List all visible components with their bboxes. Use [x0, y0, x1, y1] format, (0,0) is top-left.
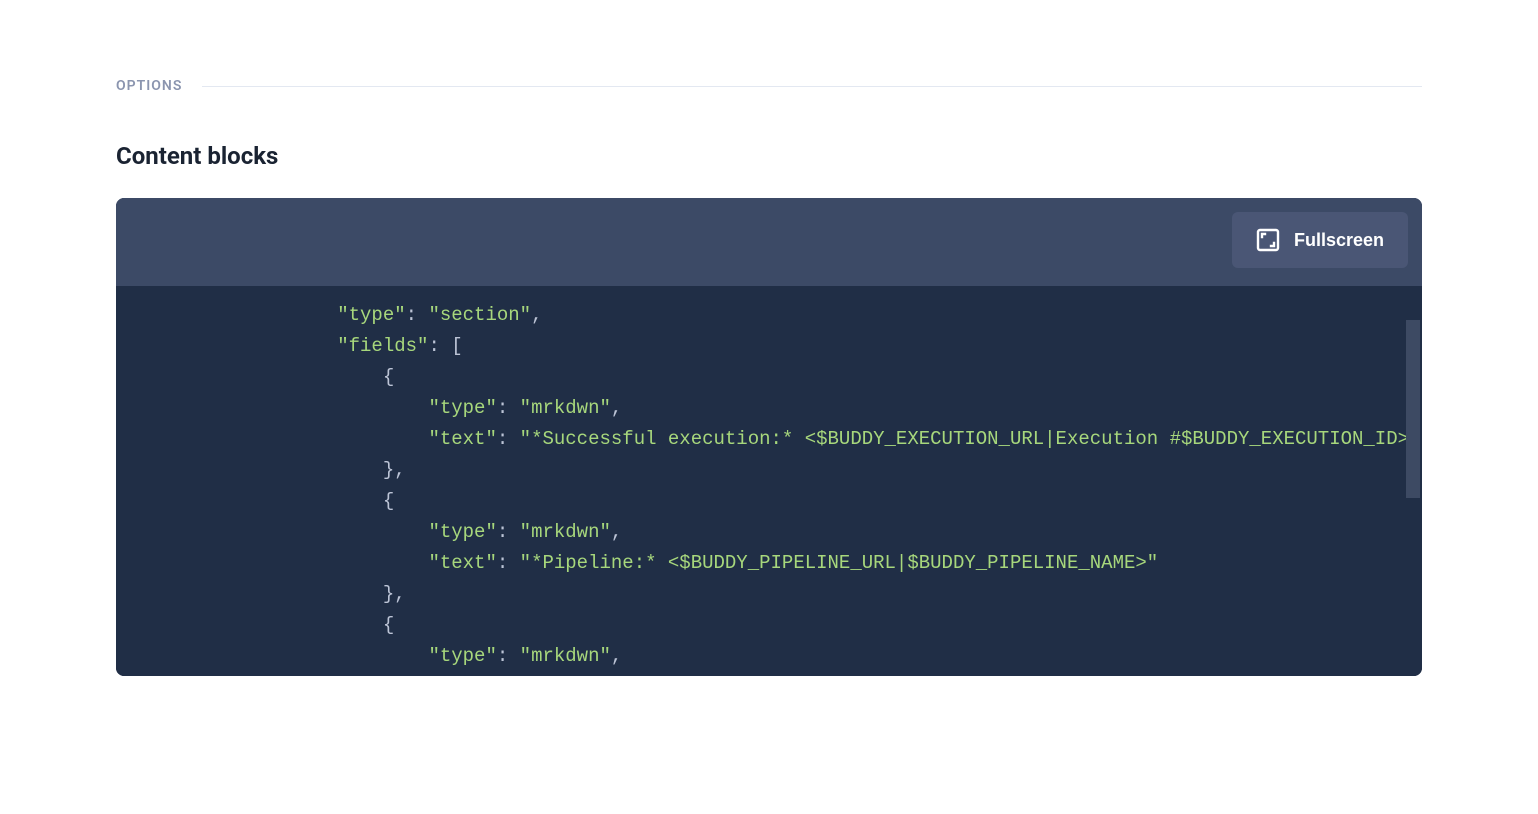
code-line: "fields": [ [246, 331, 1422, 362]
code-line: "type": "mrkdwn", [246, 517, 1422, 548]
code-line: "type": "mrkdwn", [246, 641, 1422, 672]
code-line: "text": "*Successful execution:* <$BUDDY… [246, 424, 1422, 455]
code-line: }, [246, 579, 1422, 610]
code-editor[interactable]: "type": "section", "fields": [ { "type":… [116, 286, 1422, 676]
fullscreen-icon [1256, 228, 1280, 252]
code-line: { [246, 486, 1422, 517]
section-title: Content blocks [116, 142, 1422, 170]
section-label: OPTIONS [116, 78, 182, 94]
fullscreen-button[interactable]: Fullscreen [1232, 212, 1408, 268]
code-line: }, [246, 455, 1422, 486]
code-panel: Fullscreen "type": "section", "fields": … [116, 198, 1422, 676]
code-line: "text": "*Pipeline:* <$BUDDY_PIPELINE_UR… [246, 548, 1422, 579]
code-line: "type": "section", [246, 300, 1422, 331]
section-header: OPTIONS [116, 78, 1422, 94]
code-toolbar: Fullscreen [116, 198, 1422, 286]
scrollbar[interactable] [1406, 320, 1420, 498]
fullscreen-label: Fullscreen [1294, 230, 1384, 251]
section-divider [202, 86, 1422, 87]
code-line: { [246, 362, 1422, 393]
code-line: "type": "mrkdwn", [246, 393, 1422, 424]
code-line: { [246, 610, 1422, 641]
